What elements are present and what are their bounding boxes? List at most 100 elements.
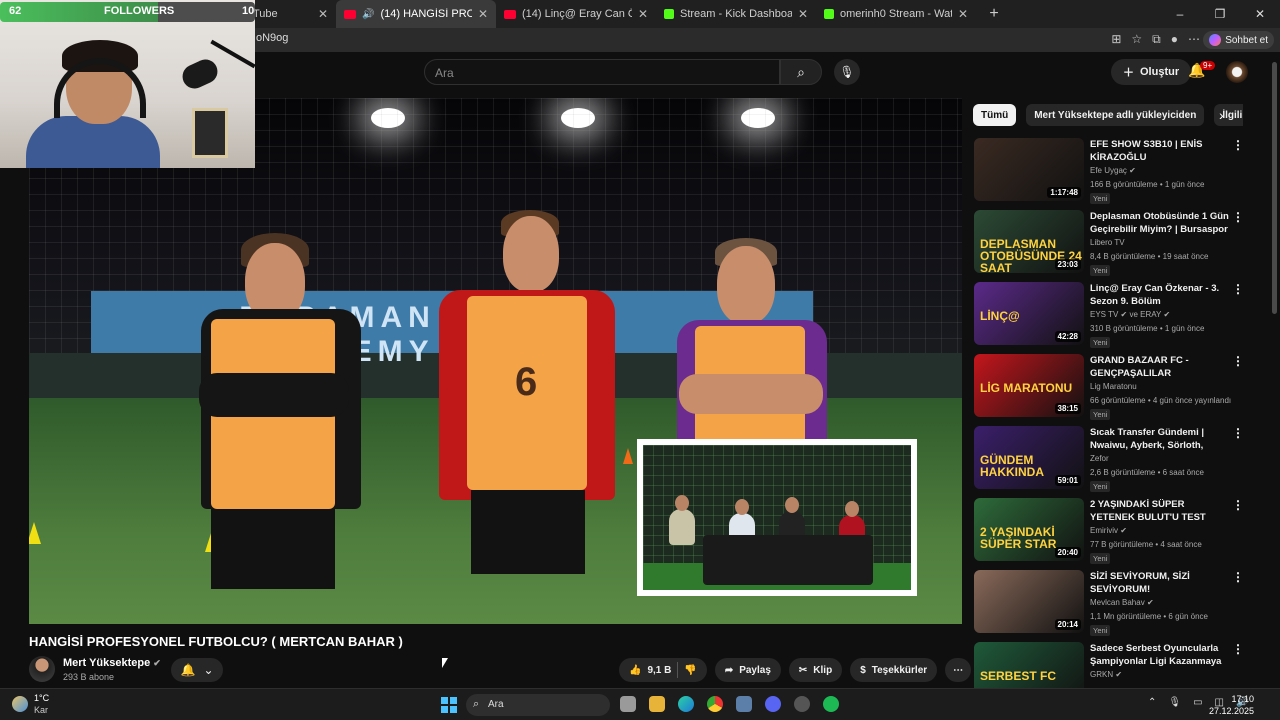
subscription-bell-button[interactable]: 🔔 ⌄ [171,658,223,682]
windows-start-icon[interactable] [441,697,457,713]
search-input[interactable]: Ara [424,59,780,85]
close-tab-icon[interactable]: ✕ [958,7,968,21]
filter-chip[interactable]: Tümü [973,104,1017,126]
browser-tab[interactable]: 🔊 (14) HANGİSİ PROFESYONEL F ✕ [336,0,496,28]
close-tab-icon[interactable]: ✕ [318,7,328,21]
clip-button[interactable]: ✂ Klip [788,658,843,682]
search-icon[interactable]: ⌕ [780,59,822,85]
more-actions-button[interactable]: ⋯ [945,658,972,682]
thanks-button[interactable]: $ Teşekkürler [850,658,938,682]
more-options-icon[interactable]: ⋮ [1232,570,1244,584]
video-thumbnail[interactable]: 2 YAŞINDAKİ SÜPER STAR 20:40 [974,498,1084,561]
extensions-icon[interactable]: ⧉ [1152,32,1161,47]
more-options-icon[interactable]: ⋮ [1232,138,1244,152]
chat-button[interactable]: Sohbet et [1203,31,1274,49]
video-title[interactable]: Sadece Serbest Oyuncularla Şampiyonlar L… [1090,642,1230,668]
temperature[interactable]: 1°C [34,693,49,703]
minimize-icon[interactable]: – [1160,7,1200,21]
video-player[interactable]: TORAMAN FUTBOL AKADEMY 6 [29,98,962,624]
video-title[interactable]: GRAND BAZAAR FC - GENÇPAŞALILAR [1090,354,1230,380]
video-title[interactable]: 2 YAŞINDAKİ SÜPER YETENEK BULUT'U TEST E… [1090,498,1230,524]
channel-name[interactable]: GRKN ✔ [1090,670,1122,679]
clock-time[interactable]: 17:10 [1231,694,1254,704]
channel-name[interactable]: EYS TV ✔ ve ERAY ✔ [1090,310,1170,319]
channel-name[interactable]: Mevlcan Bahav ✔ [1090,598,1154,607]
chevron-up-icon[interactable]: ⌃ [1148,697,1156,708]
edge-browser-icon[interactable] [678,696,694,712]
channel-name[interactable]: Emiriviv ✔ [1090,526,1127,535]
more-options-icon[interactable]: ⋮ [1232,642,1244,656]
video-thumbnail[interactable]: GÜNDEM HAKKINDA 59:01 [974,426,1084,489]
microphone-icon[interactable]: 🎙 [834,59,860,85]
new-tab-button[interactable]: + [982,5,1006,23]
video-thumbnail[interactable]: 20:14 [974,570,1084,633]
more-options-icon[interactable]: ⋮ [1232,426,1244,440]
url-text[interactable]: oN9og [256,32,288,44]
channel-name[interactable]: Efe Uygaç ✔ [1090,166,1136,175]
bookmark-star-icon[interactable]: ☆ [1131,32,1142,47]
like-dislike-button[interactable]: 👍 9,1 B 👎 [619,658,707,682]
recommended-video[interactable]: GÜNDEM HAKKINDA 59:01 Sıcak Transfer Günde… [974,426,1246,498]
more-options-icon[interactable]: ⋮ [1232,210,1244,224]
restore-icon[interactable]: ❐ [1200,7,1240,21]
filter-chip[interactable]: Mert Yüksektepe adlı yükleyiciden [1026,104,1205,126]
thumbs-up-icon[interactable]: 👍 [629,665,641,676]
video-thumbnail[interactable]: DEPLASMAN OTOBÜSÜNDE 24 SAAT 23:03 [974,210,1084,273]
video-thumbnail[interactable]: LİG MARATONU 38:15 [974,354,1084,417]
more-options-icon[interactable]: ⋮ [1232,282,1244,296]
video-title[interactable]: Sıcak Transfer Gündemi | Nwaiwu, Ayberk,… [1090,426,1230,452]
display-icon[interactable]: ▭ [1193,697,1202,708]
discord-icon[interactable] [765,696,781,712]
spotify-icon[interactable] [823,696,839,712]
speaker-icon[interactable]: 🔊 [362,9,374,20]
channel-name[interactable]: Libero TV [1090,238,1125,247]
chrome-icon[interactable] [707,696,723,712]
browser-tab[interactable]: (14) Linç@ Eray Can Özkenar - 3. S ✕ [496,0,656,28]
create-button[interactable]: ＋ Oluştur [1111,59,1192,85]
video-title[interactable]: Deplasman Otobüsünde 1 Gün Geçirebilir M… [1090,210,1230,236]
weather-condition[interactable]: Kar [34,705,48,715]
channel-name[interactable]: Mert Yüksektepe ✔ [63,657,161,669]
obs-icon[interactable] [794,696,810,712]
menu-dots-icon[interactable]: ⋯ [1188,32,1200,47]
file-explorer-icon[interactable] [649,696,665,712]
page-scrollbar[interactable] [1272,62,1277,314]
close-tab-icon[interactable]: ✕ [638,7,648,21]
more-options-icon[interactable]: ⋮ [1232,498,1244,512]
recommended-video[interactable]: 1:17:48 EFE SHOW S3B10 | ENİS KİRAZOĞLU Ef… [974,138,1246,210]
verified-icon: ✔ [153,658,161,668]
channel-avatar[interactable] [29,656,55,682]
recommended-video[interactable]: DEPLASMAN OTOBÜSÜNDE 24 SAAT 23:03 Deplasm… [974,210,1246,282]
recommended-video[interactable]: 20:14 SİZİ SEVİYORUM, SİZİ SEVİYORUM! Mevl… [974,570,1246,642]
video-thumbnail[interactable]: LİNÇ@ 42:28 [974,282,1084,345]
close-window-icon[interactable]: ✕ [1240,7,1280,21]
video-meta: 1,1 Mn görüntüleme • 6 gün önce [1090,612,1208,621]
chevron-right-icon[interactable]: › [1219,107,1224,123]
account-avatar[interactable] [1226,61,1248,83]
install-app-icon[interactable]: ⊞ [1111,32,1121,47]
profile-icon[interactable]: ● [1171,32,1178,47]
video-title[interactable]: Linç@ Eray Can Özkenar - 3. Sezon 9. Böl… [1090,282,1230,308]
close-tab-icon[interactable]: ✕ [478,7,488,21]
recommended-video[interactable]: 2 YAŞINDAKİ SÜPER STAR 20:40 2 YAŞINDAKİ S… [974,498,1246,570]
microphone-tray-icon[interactable]: 🎙 [1168,697,1181,708]
video-title[interactable]: EFE SHOW S3B10 | ENİS KİRAZOĞLU [1090,138,1230,164]
browser-tab[interactable]: omerinh0 Stream - Watch Live on ✕ [816,0,976,28]
taskbar-search[interactable]: ⌕ Ara [466,694,610,716]
channel-name[interactable]: Zefor [1090,454,1109,463]
task-view-icon[interactable] [620,696,636,712]
weather-icon[interactable] [12,696,28,712]
recommended-video[interactable]: LİNÇ@ 42:28 Linç@ Eray Can Özkenar - 3. Se… [974,282,1246,354]
video-thumbnail[interactable]: 1:17:48 [974,138,1084,201]
thumbs-down-icon[interactable]: 👎 [684,665,696,676]
close-tab-icon[interactable]: ✕ [798,7,808,21]
verified-icon: ✔ [1163,310,1171,319]
app-icon[interactable] [736,696,752,712]
video-title[interactable]: SİZİ SEVİYORUM, SİZİ SEVİYORUM! [1090,570,1230,596]
channel-name[interactable]: Lig Maratonu [1090,382,1137,391]
clock-date[interactable]: 27.12.2025 [1209,706,1254,716]
browser-tab[interactable]: Stream - Kick Dashboard ✕ [656,0,816,28]
share-button[interactable]: ➦ Paylaş [714,658,781,682]
recommended-video[interactable]: LİG MARATONU 38:15 GRAND BAZAAR FC - GENÇP… [974,354,1246,426]
more-options-icon[interactable]: ⋮ [1232,354,1244,368]
